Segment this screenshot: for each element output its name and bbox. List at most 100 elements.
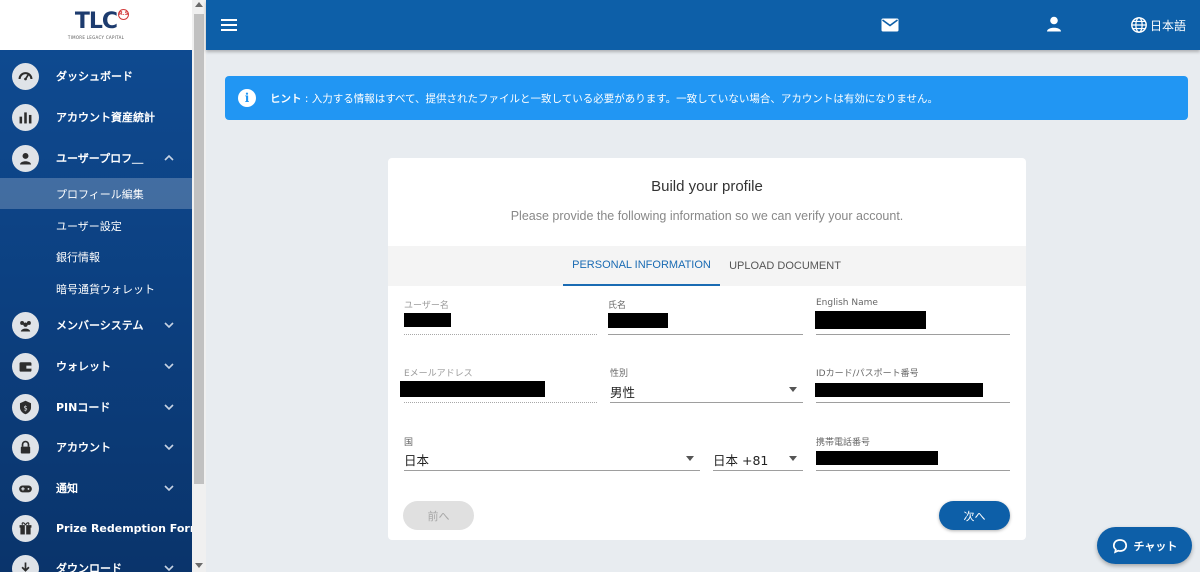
sidebar-subitem-label: プロフィール編集 <box>56 187 144 201</box>
hint-message: : 入力する情報はすべて、提供されたファイルと一致している必要があります。一致し… <box>301 92 939 105</box>
chat-button[interactable]: チャット <box>1097 527 1192 564</box>
phone-code-value: 日本 +81 <box>713 453 769 468</box>
logo-text: TLC R.S <box>74 8 130 34</box>
sidebar-subitem-label: ユーザー設定 <box>56 219 122 233</box>
sidebar-item-account[interactable]: アカウント <box>0 427 192 467</box>
redacted-id-number <box>815 383 983 397</box>
pin-shield-icon: $ <box>12 393 39 421</box>
sidebar-scrollbar[interactable] <box>192 0 206 572</box>
sidebar-item-notifications[interactable]: 通知 <box>0 468 192 508</box>
sidebar-subitem-user-settings[interactable]: ユーザー設定 <box>0 210 192 241</box>
gender-value: 男性 <box>610 385 636 400</box>
sidebar-item-member-system[interactable]: メンバーシステム <box>0 305 192 345</box>
email-label: Eメールアドレス <box>404 369 473 379</box>
logo-badge: R.S <box>118 8 130 20</box>
redacted-english-name <box>815 311 926 329</box>
sidebar-item-label: ダウンロード <box>56 562 122 572</box>
gamepad-icon <box>12 474 39 502</box>
redacted-email <box>400 381 545 397</box>
chevron-down-icon <box>164 404 174 411</box>
scroll-down-arrow-icon[interactable] <box>195 563 203 568</box>
chat-label: チャット <box>1133 539 1178 553</box>
bar-chart-icon <box>12 103 39 131</box>
svg-text:$: $ <box>23 404 27 412</box>
prev-button[interactable]: 前へ <box>403 501 474 530</box>
gender-select[interactable]: 性別 男性 <box>610 366 803 403</box>
id-passport-label: IDカード/パスポート番号 <box>816 369 919 379</box>
mobile-phone-field[interactable]: 携帯電話番号 <box>816 435 1010 471</box>
profile-tabs: PERSONAL INFORMATION UPLOAD DOCUMENT <box>388 246 1026 286</box>
sidebar-item-label: PINコード <box>56 401 111 414</box>
language-label: 日本語 <box>1150 18 1187 33</box>
hint-title: ヒント <box>270 92 302 105</box>
logo-subtitle: TIMORE LEGACY CAPITAL <box>67 34 125 40</box>
sidebar-item-label: アカウント <box>56 441 111 454</box>
wallet-icon <box>12 352 39 380</box>
english-name-label: English Name <box>816 298 878 308</box>
prize-icon <box>12 514 39 542</box>
username-label: ユーザー名 <box>404 301 449 311</box>
redacted-username <box>404 313 451 327</box>
card-subtitle: Please provide the following information… <box>510 209 904 223</box>
dropdown-caret-icon <box>789 456 797 461</box>
username-field: ユーザー名 <box>404 298 597 335</box>
account-icon[interactable] <box>1044 14 1064 34</box>
scroll-up-arrow-icon[interactable] <box>195 2 203 7</box>
sidebar-item-dashboard[interactable]: ダッシュボード <box>0 56 192 96</box>
sidebar-item-label: 通知 <box>56 482 78 495</box>
download-icon <box>12 554 39 572</box>
sidebar-item-prize-redemption[interactable]: Prize Redemption Form <box>0 508 192 548</box>
sidebar-item-pin-code[interactable]: $ PINコード <box>0 387 192 427</box>
hint-text: ヒント : 入力する情報はすべて、提供されたファイルと一致している必要があります… <box>270 91 938 106</box>
mail-icon[interactable] <box>880 15 900 35</box>
chevron-up-icon <box>164 154 174 161</box>
sidebar-item-label: メンバーシステム <box>56 319 144 332</box>
next-button[interactable]: 次へ <box>939 501 1010 530</box>
sidebar-subitem-crypto-wallet[interactable]: 暗号通貨ウォレット <box>0 273 192 304</box>
sidebar-item-user-profile[interactable]: ユーザープロフ＿ <box>0 138 192 178</box>
scrollbar-thumb[interactable] <box>194 14 204 484</box>
dropdown-caret-icon <box>686 456 694 461</box>
logo[interactable]: TLC R.S TIMORE LEGACY CAPITAL <box>0 0 192 50</box>
chevron-down-icon <box>164 485 174 492</box>
chevron-down-icon <box>164 444 174 451</box>
lock-icon <box>12 433 39 461</box>
sidebar-subitem-edit-profile[interactable]: プロフィール編集 <box>0 178 192 209</box>
phone-code-select[interactable]: 日本 +81 <box>713 435 803 471</box>
sidebar-item-label: ウォレット <box>56 360 111 373</box>
members-icon <box>12 311 39 339</box>
sidebar-subitem-label: 銀行情報 <box>56 250 100 264</box>
country-value: 日本 <box>404 453 430 468</box>
sidebar-item-label: アカウント資産統計 <box>56 111 155 124</box>
sidebar-item-label: ユーザープロフ＿ <box>56 152 144 165</box>
chevron-down-icon <box>164 565 174 572</box>
redacted-phone-number <box>816 451 938 465</box>
chevron-down-icon <box>164 363 174 370</box>
speedometer-icon <box>12 62 39 90</box>
profile-card: Build your profile Please provide the fo… <box>388 158 1026 540</box>
sidebar-item-label: ダッシュボード <box>56 70 133 83</box>
sidebar-subitem-label: 暗号通貨ウォレット <box>56 282 155 296</box>
english-name-field[interactable]: English Name <box>815 298 1010 335</box>
sidebar-item-asset-stats[interactable]: アカウント資産統計 <box>0 97 192 137</box>
country-select[interactable]: 国 日本 <box>404 435 700 471</box>
id-passport-field[interactable]: IDカード/パスポート番号 <box>815 366 1010 403</box>
menu-icon[interactable] <box>220 16 238 34</box>
card-title: Build your profile <box>651 178 763 195</box>
gender-label: 性別 <box>610 369 629 379</box>
sidebar-item-wallet[interactable]: ウォレット <box>0 346 192 386</box>
info-icon: i <box>238 89 256 107</box>
sidebar-subitem-bank-info[interactable]: 銀行情報 <box>0 241 192 272</box>
sidebar-item-label: Prize Redemption Form <box>56 521 192 535</box>
chevron-down-icon <box>164 322 174 329</box>
dropdown-caret-icon <box>789 387 797 392</box>
hint-banner: i ヒント : 入力する情報はすべて、提供されたファイルと一致している必要があり… <box>225 76 1188 120</box>
mobile-phone-label: 携帯電話番号 <box>816 438 871 448</box>
tab-upload-document[interactable]: UPLOAD DOCUMENT <box>720 246 850 286</box>
tab-personal-information[interactable]: PERSONAL INFORMATION <box>563 246 720 286</box>
full-name-label: 氏名 <box>608 301 627 311</box>
language-selector[interactable]: 日本語 <box>1130 14 1186 36</box>
sidebar-item-download[interactable]: ダウンロード <box>0 548 192 572</box>
full-name-field[interactable]: 氏名 <box>608 298 803 335</box>
top-bar: 日本語 <box>206 0 1200 50</box>
